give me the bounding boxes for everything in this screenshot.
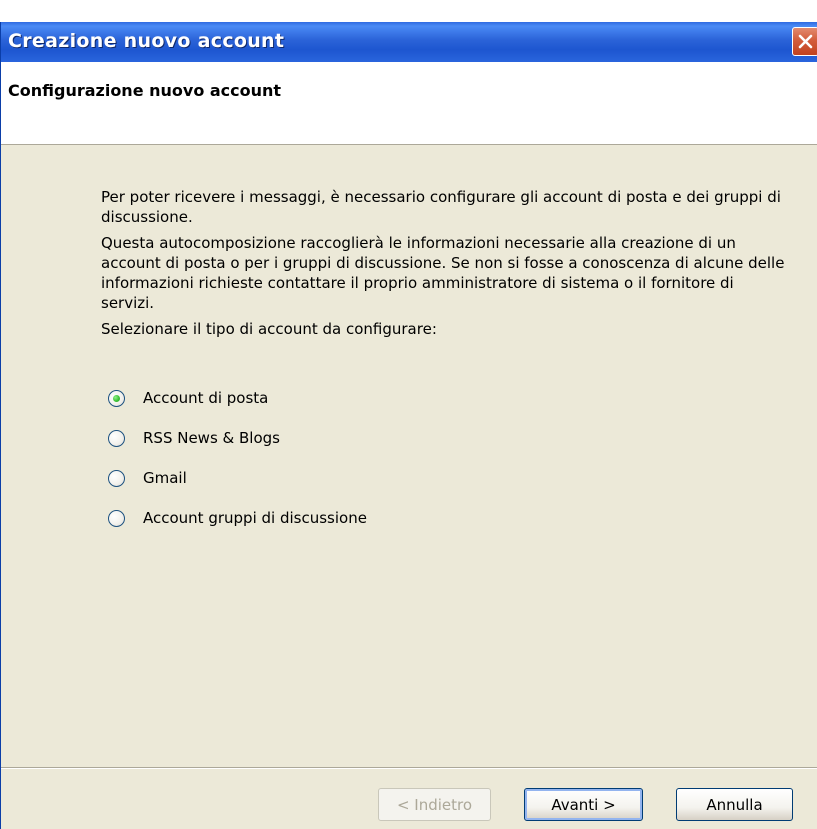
- wizard-content: Per poter ricevere i messaggi, è necessa…: [1, 145, 817, 745]
- radio-label: Gmail: [143, 469, 187, 487]
- dialog-window: Creazione nuovo account Configurazione n…: [0, 22, 817, 829]
- description-text: Questa autocomposizione raccoglierà le i…: [101, 234, 785, 312]
- radio-option-newsgroups[interactable]: Account gruppi di discussione: [108, 507, 367, 529]
- radio-button[interactable]: [108, 509, 125, 527]
- radio-option-gmail[interactable]: Gmail: [108, 467, 187, 489]
- radio-option-rss[interactable]: RSS News & Blogs: [108, 427, 280, 449]
- radio-button-selected[interactable]: [108, 389, 125, 407]
- radio-label: Account di posta: [143, 389, 269, 407]
- close-button[interactable]: [792, 27, 817, 56]
- window-title: Creazione nuovo account: [8, 30, 285, 52]
- radio-button[interactable]: [108, 429, 125, 447]
- radio-option-mail[interactable]: Account di posta: [108, 387, 268, 409]
- radio-dot-icon: [113, 394, 120, 402]
- intro-text: Per poter ricevere i messaggi, è necessa…: [101, 188, 781, 226]
- back-button[interactable]: < Indietro: [378, 788, 491, 821]
- button-separator: [1, 767, 817, 769]
- radio-label: RSS News & Blogs: [143, 429, 280, 447]
- next-button[interactable]: Avanti >: [524, 788, 643, 821]
- wizard-header: Configurazione nuovo account: [1, 62, 817, 145]
- radio-button[interactable]: [108, 469, 125, 487]
- radio-label: Account gruppi di discussione: [143, 509, 367, 527]
- page-title: Configurazione nuovo account: [8, 81, 282, 100]
- close-icon: [798, 34, 813, 49]
- title-bar[interactable]: Creazione nuovo account: [1, 22, 817, 62]
- cancel-button[interactable]: Annulla: [676, 788, 793, 821]
- prompt-text: Selezionare il tipo di account da config…: [101, 320, 437, 338]
